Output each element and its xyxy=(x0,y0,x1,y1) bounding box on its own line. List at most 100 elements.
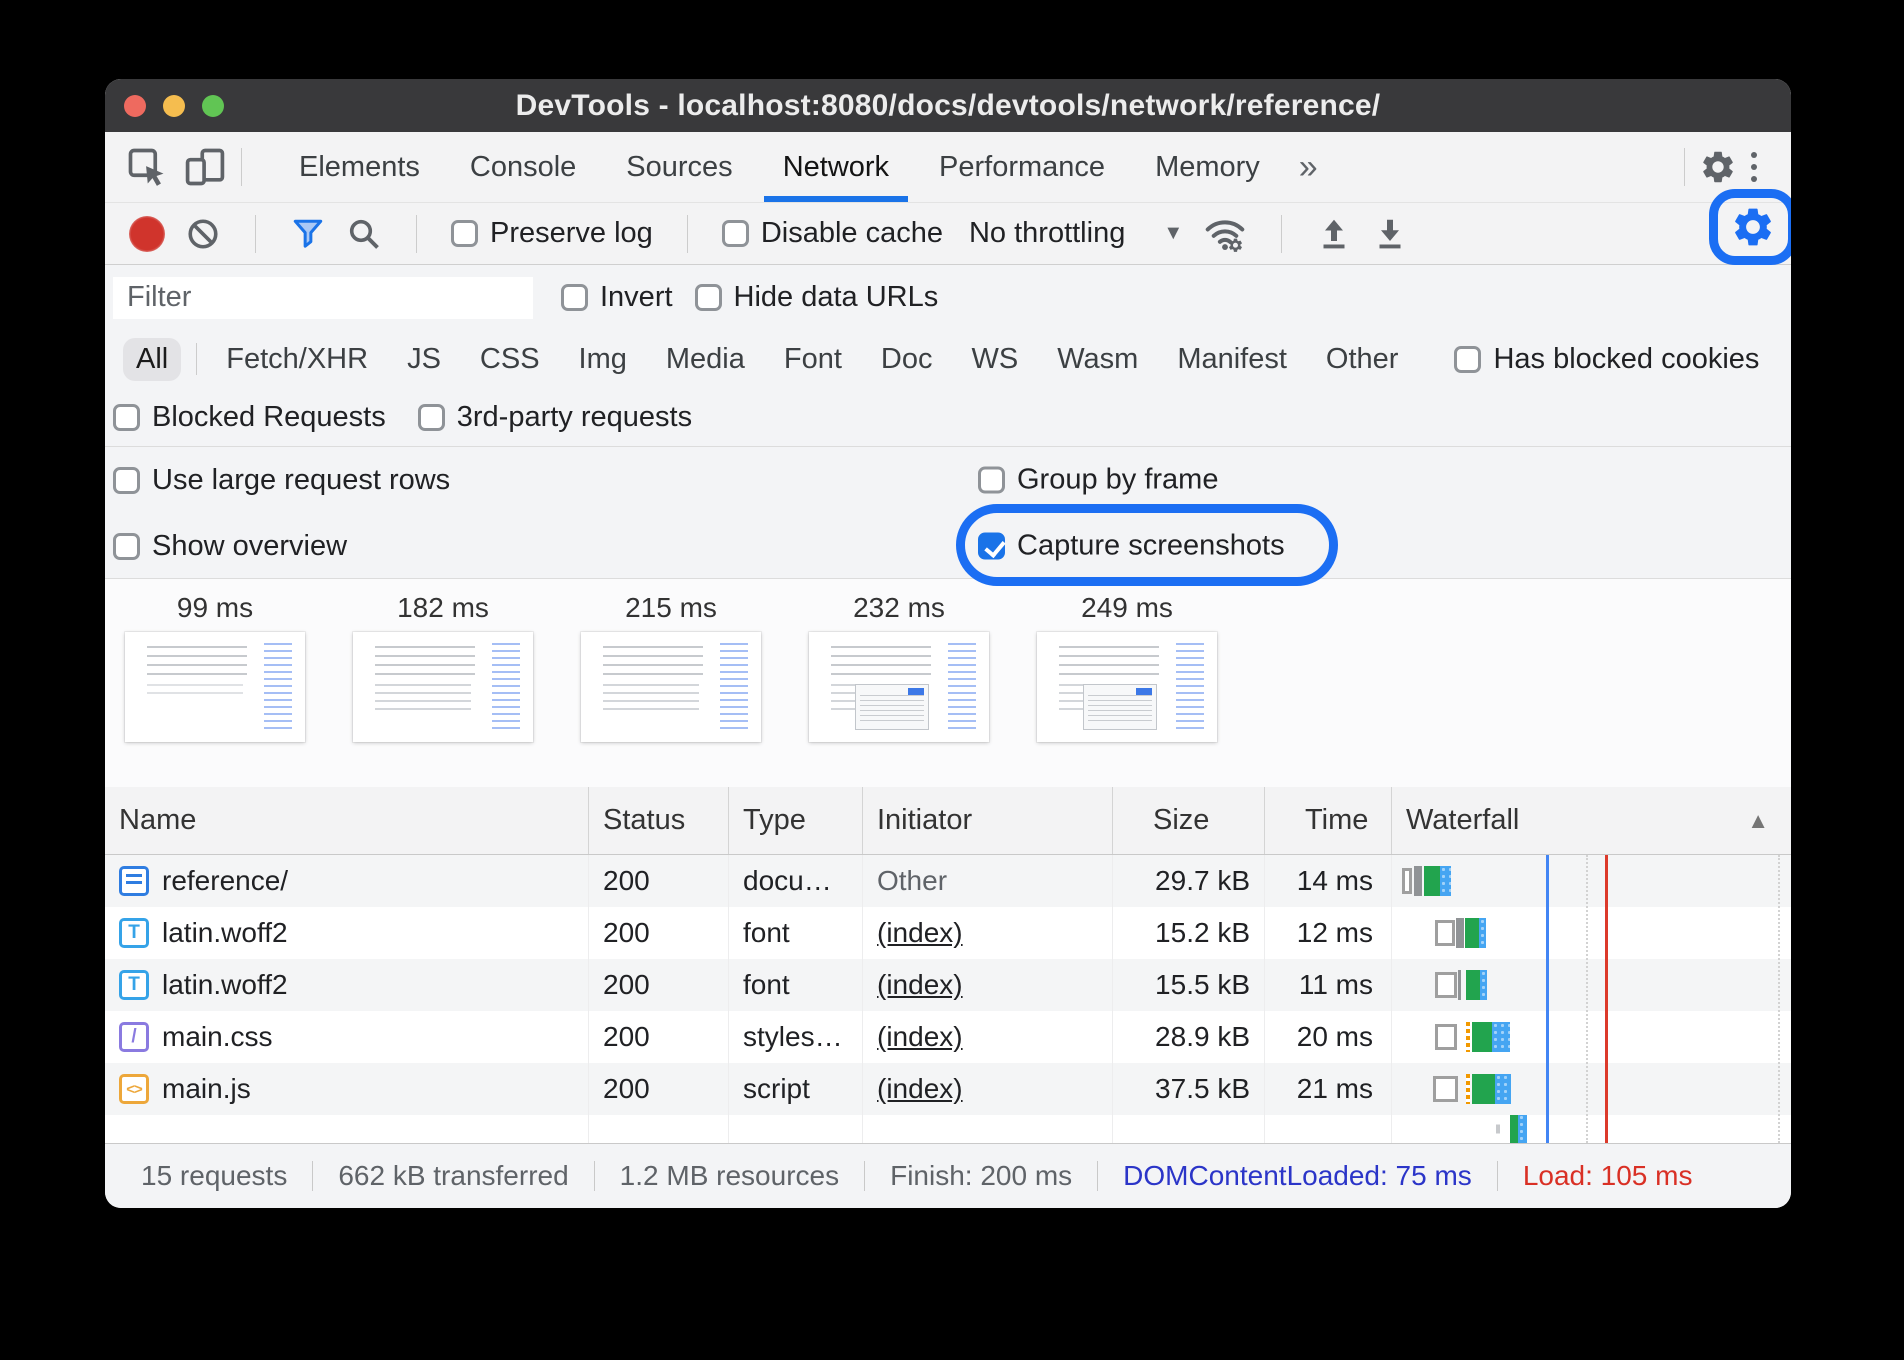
request-name: latin.woff2 xyxy=(162,969,288,1001)
preserve-log-checkbox[interactable]: Preserve log xyxy=(451,217,653,250)
checkbox[interactable] xyxy=(113,404,140,431)
initiator-link[interactable]: (index) xyxy=(877,1073,963,1105)
tab-elements[interactable]: Elements xyxy=(274,132,445,202)
checkbox[interactable] xyxy=(722,220,749,247)
initiator-link[interactable]: (index) xyxy=(877,969,963,1001)
chip-doc[interactable]: Doc xyxy=(868,338,946,381)
column-header-initiator[interactable]: Initiator xyxy=(863,787,1113,854)
checkbox[interactable] xyxy=(978,467,1005,494)
group-by-frame-checkbox[interactable]: Group by frame xyxy=(978,464,1218,497)
filter-funnel-icon[interactable] xyxy=(290,216,326,252)
more-tabs-chevron-icon[interactable]: » xyxy=(1285,148,1332,187)
use-large-request-rows-checkbox[interactable]: Use large request rows xyxy=(113,464,450,497)
status-cell: 200 xyxy=(589,855,729,907)
checkbox[interactable] xyxy=(113,533,140,560)
chip-ws[interactable]: WS xyxy=(959,338,1032,381)
checkbox[interactable] xyxy=(113,467,140,494)
column-header-status[interactable]: Status xyxy=(589,787,729,854)
capture-screenshots-checkbox[interactable]: Capture screenshots xyxy=(978,530,1285,563)
empty-cell xyxy=(1113,1115,1265,1143)
sort-ascending-icon[interactable]: ▲ xyxy=(1747,808,1769,834)
table-row[interactable]: main.css200styles…(index)28.9 kB20 ms xyxy=(105,1011,1791,1063)
chip-media[interactable]: Media xyxy=(653,338,758,381)
divider xyxy=(416,215,417,253)
page-screenshot-thumbnail[interactable] xyxy=(353,632,533,742)
tab-memory[interactable]: Memory xyxy=(1130,132,1285,202)
chip-css[interactable]: CSS xyxy=(467,338,553,381)
page-screenshot-thumbnail[interactable] xyxy=(809,632,989,742)
window-title: DevTools - localhost:8080/docs/devtools/… xyxy=(105,89,1791,123)
grid-line xyxy=(1586,855,1588,1143)
page-screenshot-thumbnail[interactable] xyxy=(1037,632,1217,742)
invert-checkbox[interactable]: Invert xyxy=(561,281,673,314)
settings-gear-icon[interactable] xyxy=(1699,148,1737,186)
time-cell: 12 ms xyxy=(1265,907,1392,959)
show-overview-checkbox[interactable]: Show overview xyxy=(113,530,347,563)
checkbox[interactable] xyxy=(1454,346,1481,373)
divider xyxy=(1097,1161,1098,1191)
stylesheet-file-icon xyxy=(119,1022,149,1052)
size-cell: 28.9 kB xyxy=(1113,1011,1265,1063)
chip-other[interactable]: Other xyxy=(1313,338,1412,381)
blocked-requests-checkbox[interactable]: Blocked Requests xyxy=(113,401,386,434)
column-header-type[interactable]: Type xyxy=(729,787,863,854)
kebab-menu-icon[interactable] xyxy=(1737,152,1771,182)
close-window-button[interactable] xyxy=(124,95,146,117)
tab-sources[interactable]: Sources xyxy=(601,132,757,202)
third-party-requests-checkbox[interactable]: 3rd-party requests xyxy=(418,401,692,434)
initiator-cell: (index) xyxy=(863,1011,1113,1063)
checkbox-checked[interactable] xyxy=(978,533,1005,560)
import-har-icon[interactable] xyxy=(1316,216,1352,252)
checkbox[interactable] xyxy=(418,404,445,431)
checkbox[interactable] xyxy=(451,220,478,247)
chip-js[interactable]: JS xyxy=(394,338,454,381)
waterfall-blue-bar xyxy=(1518,1115,1527,1143)
network-conditions-icon[interactable] xyxy=(1203,214,1247,254)
minimize-window-button[interactable] xyxy=(163,95,185,117)
column-header-waterfall[interactable]: Waterfall▲ xyxy=(1392,787,1791,854)
search-icon[interactable] xyxy=(346,216,382,252)
table-row[interactable]: latin.woff2200font(index)15.5 kB11 ms xyxy=(105,959,1791,1011)
waterfall-orange-bar xyxy=(1466,1022,1470,1052)
checkbox[interactable] xyxy=(561,284,588,311)
record-network-log-button[interactable] xyxy=(129,216,165,252)
filter-input[interactable] xyxy=(113,277,533,319)
has-blocked-cookies-checkbox[interactable]: Has blocked cookies xyxy=(1454,343,1759,376)
tab-network[interactable]: Network xyxy=(758,132,914,202)
export-har-icon[interactable] xyxy=(1372,216,1408,252)
device-toolbar-icon[interactable] xyxy=(183,145,227,189)
checkbox[interactable] xyxy=(695,284,722,311)
tab-console[interactable]: Console xyxy=(445,132,601,202)
disable-cache-checkbox[interactable]: Disable cache xyxy=(722,217,943,250)
hide-data-urls-checkbox[interactable]: Hide data URLs xyxy=(695,281,939,314)
chip-img[interactable]: Img xyxy=(566,338,640,381)
initiator-link[interactable]: (index) xyxy=(877,1021,963,1053)
column-header-name[interactable]: Name xyxy=(105,787,589,854)
request-name: latin.woff2 xyxy=(162,917,288,949)
clear-network-log-icon[interactable] xyxy=(185,216,221,252)
table-row[interactable]: reference/200docu…Other29.7 kB14 ms xyxy=(105,855,1791,907)
chip-wasm[interactable]: Wasm xyxy=(1044,338,1151,381)
table-row[interactable]: latin.woff2200font(index)15.2 kB12 ms xyxy=(105,907,1791,959)
table-row[interactable]: main.js200script(index)37.5 kB21 ms xyxy=(105,1063,1791,1115)
chip-manifest[interactable]: Manifest xyxy=(1164,338,1300,381)
throttling-select[interactable]: No throttling ▼ xyxy=(969,217,1183,250)
summary-bar: 15 requests662 kB transferred1.2 MB reso… xyxy=(105,1143,1791,1208)
page-screenshot-thumbnail[interactable] xyxy=(581,632,761,742)
network-settings-gear-button[interactable] xyxy=(1730,204,1776,250)
initiator-link[interactable]: (index) xyxy=(877,917,963,949)
column-header-size[interactable]: Size xyxy=(1113,787,1265,854)
devtools-tabbar: ElementsConsoleSourcesNetworkPerformance… xyxy=(105,132,1791,203)
chip-font[interactable]: Font xyxy=(771,338,855,381)
name-cell: latin.woff2 xyxy=(105,907,589,959)
zoom-window-button[interactable] xyxy=(202,95,224,117)
table-row[interactable] xyxy=(105,1115,1791,1143)
page-screenshot-thumbnail[interactable] xyxy=(125,632,305,742)
summary-item: Finish: 200 ms xyxy=(890,1160,1072,1192)
column-header-time[interactable]: Time xyxy=(1265,787,1392,854)
chip-all[interactable]: All xyxy=(123,338,181,381)
inspect-element-icon[interactable] xyxy=(125,145,169,189)
font-file-icon xyxy=(119,918,149,948)
chip-fetch-xhr[interactable]: Fetch/XHR xyxy=(213,338,381,381)
tab-performance[interactable]: Performance xyxy=(914,132,1130,202)
